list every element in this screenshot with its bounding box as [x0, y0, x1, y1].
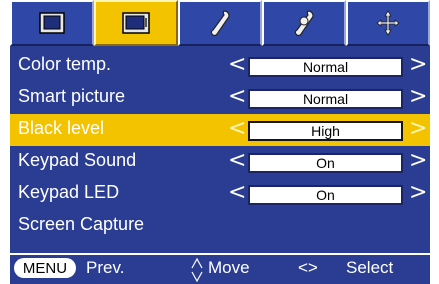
menu-item-label: Screen Capture	[18, 214, 145, 234]
left-arrow-button[interactable]: <	[228, 116, 246, 142]
left-arrow-button[interactable]: <	[228, 84, 246, 110]
move-label: Move	[208, 258, 250, 277]
prev-label: Prev.	[86, 258, 125, 277]
left-arrow-button[interactable]: <	[228, 52, 246, 78]
menu-item-label: Black level	[18, 118, 105, 138]
tab-picture[interactable]	[10, 0, 94, 46]
tab-setup-2[interactable]	[262, 0, 346, 46]
up-down-arrows-icon	[191, 257, 203, 283]
menu-item-label: Color temp.	[18, 54, 112, 74]
menu-button[interactable]: MENU	[14, 258, 76, 278]
right-arrow-button[interactable]: >	[409, 52, 427, 78]
left-arrow-button[interactable]: <	[228, 148, 246, 174]
select-label: Select	[346, 258, 394, 277]
tab-option[interactable]	[346, 0, 430, 46]
screen-icon	[122, 12, 150, 34]
menu-item-label: Smart picture	[18, 86, 126, 106]
value-field: High	[248, 121, 403, 141]
menu-item-keypad-led[interactable]: Keypad LED < On >	[10, 178, 430, 210]
value-field: Normal	[248, 89, 403, 109]
right-arrow-button[interactable]: >	[409, 180, 427, 206]
menu-item-label: Keypad Sound	[18, 150, 137, 170]
value-field: Normal	[248, 57, 403, 77]
left-right-arrows-icon: <>	[298, 258, 318, 277]
menu-item-smart-picture[interactable]: Smart picture < Normal >	[10, 82, 430, 114]
wrench-icon	[294, 10, 314, 37]
wrench-icon	[210, 10, 230, 37]
move-arrows-icon	[376, 10, 400, 36]
menu-item-screen-capture[interactable]: Screen Capture	[10, 210, 430, 242]
right-arrow-button[interactable]: >	[409, 84, 427, 110]
menu-item-color-temp[interactable]: Color temp. < Normal >	[10, 50, 430, 82]
tab-setup-1[interactable]	[178, 0, 262, 46]
tab-bar	[10, 0, 430, 46]
menu-item-black-level[interactable]: Black level < High >	[10, 114, 430, 146]
footer-help-bar: MENU Prev. Move <> Select	[10, 253, 430, 284]
osd-menu: Color temp. < Normal > Smart picture < N…	[10, 0, 430, 284]
menu-item-label: Keypad LED	[18, 182, 120, 202]
right-arrow-button[interactable]: >	[409, 148, 427, 174]
left-arrow-button[interactable]: <	[228, 180, 246, 206]
tab-screen[interactable]	[94, 0, 178, 46]
picture-icon	[39, 12, 65, 34]
value-field: On	[248, 185, 403, 205]
menu-list: Color temp. < Normal > Smart picture < N…	[10, 46, 430, 253]
right-arrow-button[interactable]: >	[409, 116, 427, 142]
menu-item-keypad-sound[interactable]: Keypad Sound < On >	[10, 146, 430, 178]
value-field: On	[248, 153, 403, 173]
